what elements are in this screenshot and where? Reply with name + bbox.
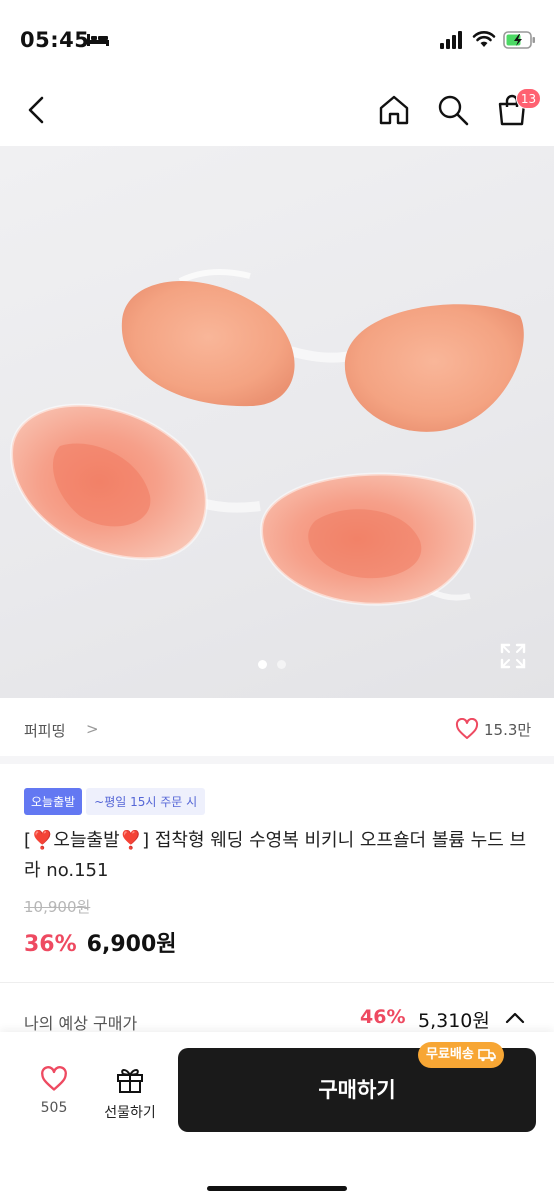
original-price: 10,900원 xyxy=(24,898,91,916)
back-icon[interactable] xyxy=(20,92,54,128)
price-row: 36% 6,900원 xyxy=(24,926,177,958)
sleep-mode-icon xyxy=(87,34,109,46)
gift-label: 선물하기 xyxy=(104,1105,156,1121)
like-count: 505 xyxy=(40,1100,68,1116)
signal-icon xyxy=(440,31,462,49)
shipping-cutoff-badge: ~평일 15시 주문 시 xyxy=(86,788,206,815)
expected-price: 5,310원 xyxy=(418,1010,490,1032)
seller-chevron: > xyxy=(86,720,99,738)
delivery-badges: 오늘출발 ~평일 15시 주문 시 xyxy=(24,788,206,815)
product-title: [❣️오늘출발❣️] 접착형 웨딩 수영복 비키니 오프숄더 볼륨 누드 브라 … xyxy=(24,830,527,881)
battery-charging-icon xyxy=(503,31,535,49)
home-icon[interactable] xyxy=(376,92,412,128)
home-indicator xyxy=(207,1186,347,1191)
carousel-dot[interactable] xyxy=(277,660,286,669)
expected-price-label: 나의 예상 구매가 xyxy=(24,1014,138,1033)
delivery-truck-icon xyxy=(478,1049,496,1062)
seller-row[interactable]: 퍼피띵 > 15.3만 xyxy=(0,698,554,764)
heart-outline-icon xyxy=(41,1066,67,1091)
free-shipping-badge: 무료배송 xyxy=(418,1042,504,1068)
status-time: 05:45 xyxy=(20,28,90,52)
product-photo-illustration xyxy=(10,269,524,606)
gift-icon xyxy=(117,1069,143,1093)
gift-button[interactable]: 선물하기 xyxy=(96,1066,164,1126)
product-image[interactable] xyxy=(0,146,554,698)
nav-bar xyxy=(0,80,554,146)
seller-name[interactable]: 퍼피띵 xyxy=(24,720,65,741)
carousel-dots xyxy=(258,660,286,669)
expected-discount-rate: 46% xyxy=(360,1006,406,1028)
free-shipping-label: 무료배송 xyxy=(426,1047,474,1062)
cart-count-badge: 13 xyxy=(516,88,541,109)
bottom-action-bar: 505 선물하기 구매하기 무료배송 xyxy=(0,1032,554,1200)
divider xyxy=(0,982,554,983)
sale-price: 6,900원 xyxy=(86,932,177,957)
carousel-dot-active[interactable] xyxy=(258,660,267,669)
expand-icon[interactable] xyxy=(498,641,528,671)
discount-rate: 36% xyxy=(24,932,77,957)
search-icon[interactable] xyxy=(435,92,471,128)
status-bar: 05:45 xyxy=(0,0,554,80)
expected-price-row[interactable]: 나의 예상 구매가 46% 5,310원 xyxy=(0,1000,554,1036)
like-button[interactable]: 505 xyxy=(28,1066,80,1126)
today-shipping-badge: 오늘출발 xyxy=(24,788,83,815)
wifi-icon xyxy=(472,31,496,47)
store-like-button[interactable]: 15.3만 xyxy=(455,718,531,740)
store-like-count: 15.3만 xyxy=(484,720,532,739)
heart-outline-icon xyxy=(455,718,479,739)
chevron-up-icon[interactable] xyxy=(504,1010,526,1026)
